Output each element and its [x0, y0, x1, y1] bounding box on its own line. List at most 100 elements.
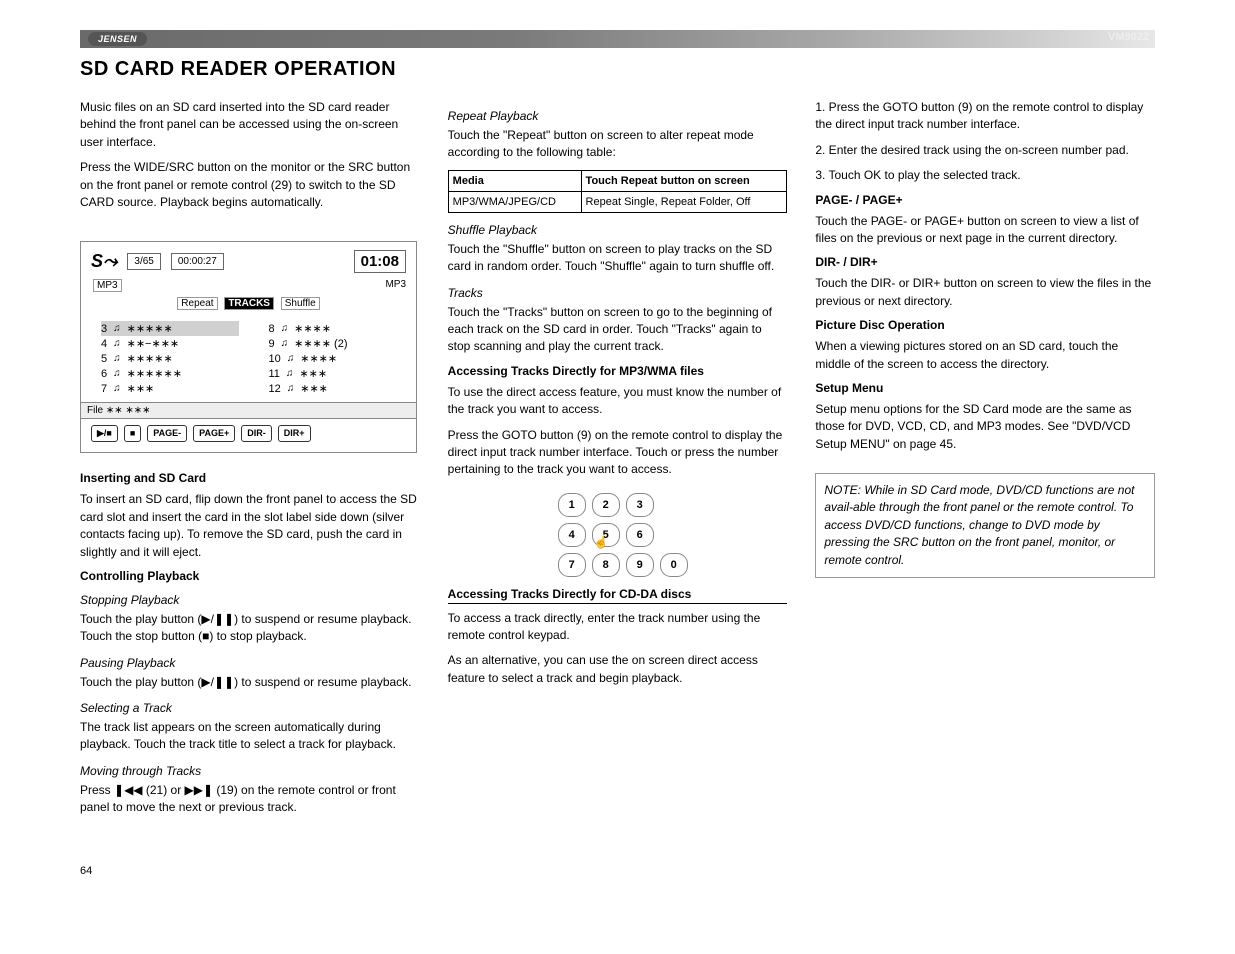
- page-plus-button-diagram: PAGE+: [193, 425, 235, 442]
- table-head-media: Media: [448, 170, 581, 191]
- track-row: 7 ♫ ∗∗∗: [101, 381, 239, 396]
- dir-nav-heading: DIR- / DIR+: [815, 255, 1155, 269]
- track-row: 9 ♫ ∗∗∗∗ (2): [269, 336, 407, 351]
- page-minus-button-diagram: PAGE-: [147, 425, 187, 442]
- player-play-button-diagram: ▶/■: [91, 425, 118, 442]
- track-title: ∗∗∗∗ (2): [294, 337, 347, 350]
- brand-badge: JENSEN: [88, 32, 147, 46]
- track-title: ∗∗−∗∗∗: [127, 337, 180, 350]
- keypad-key: 7: [558, 553, 586, 577]
- repeat-button-diagram: Repeat: [177, 297, 217, 310]
- stopping-body: Touch the play button (▶/❚❚) to suspend …: [80, 611, 420, 646]
- player-mode-row: Repeat TRACKS Shuffle: [81, 296, 416, 315]
- selecting-body: The track list appears on the screen aut…: [80, 719, 420, 754]
- keypad-key: 4: [558, 523, 586, 547]
- keypad-key: 1: [558, 493, 586, 517]
- track-num: 3: [101, 323, 107, 335]
- music-note-icon: ♫: [113, 338, 121, 349]
- player-stop-button-diagram: ■: [124, 425, 141, 442]
- table-head-action: Touch Repeat button on screen: [581, 170, 787, 191]
- player-button-row: ▶/■ ■ PAGE- PAGE+ DIR- DIR+: [81, 419, 416, 452]
- track-title: ∗∗∗∗: [294, 322, 331, 335]
- keypad-row: 7 8 9 0: [558, 553, 698, 577]
- track-title: ∗∗∗: [299, 367, 327, 380]
- tracks-body: Touch the "Tracks" button on screen to g…: [448, 304, 788, 356]
- controlling-heading: Controlling Playback: [80, 569, 420, 583]
- moving-body: Press ❚◀◀ (21) or ▶▶❚ (19) on the remote…: [80, 782, 420, 817]
- repeat-table: Media Touch Repeat button on screen MP3/…: [448, 170, 788, 213]
- shuffle-body: Touch the "Shuffle" button on screen to …: [448, 241, 788, 276]
- note-box: NOTE: While in SD Card mode, DVD/CD func…: [815, 473, 1155, 578]
- track-title: ∗∗∗: [127, 382, 155, 395]
- mp3-access-heading: Accessing Tracks Directly for MP3/WMA fi…: [448, 364, 788, 378]
- shuffle-button-diagram: Shuffle: [281, 297, 320, 310]
- track-row: 6 ♫ ∗∗∗∗∗∗: [101, 366, 239, 381]
- intro-para-1: Music files on an SD card inserted into …: [80, 99, 420, 151]
- stopping-heading: Stopping Playback: [80, 593, 420, 607]
- page-number: 64: [80, 865, 1155, 877]
- music-note-icon: ♫: [113, 323, 121, 334]
- cda-access-heading: Accessing Tracks Directly for CD-DA disc…: [448, 587, 788, 604]
- keypad-row: 1 2 3: [558, 493, 698, 517]
- track-col-left: 3 ♫ ∗∗∗∗∗ 4 ♫ ∗∗−∗∗∗ 5 ♫ ∗∗∗∗∗: [101, 321, 239, 396]
- step-2: 2. Enter the desired track using the on-…: [815, 142, 1155, 159]
- keypad-key: 9: [626, 553, 654, 577]
- track-num: 11: [269, 368, 280, 380]
- sd-player-diagram: S⤳ 3/65 00:00:27 01:08 MP3 MP3 Repeat TR…: [80, 241, 417, 453]
- cda-access-body-1: To access a track directly, enter the tr…: [448, 610, 788, 645]
- track-num: 5: [101, 353, 107, 365]
- model-label: VM9022: [1108, 31, 1149, 43]
- track-title: ∗∗∗∗: [300, 352, 337, 365]
- track-title: ∗∗∗: [300, 382, 328, 395]
- sd-logo-icon: S⤳: [91, 251, 117, 272]
- track-num: 4: [101, 338, 107, 350]
- moving-heading: Moving through Tracks: [80, 764, 420, 778]
- tracks-heading: Tracks: [448, 286, 788, 300]
- track-row: 11 ♫ ∗∗∗: [269, 366, 407, 381]
- pausing-body: Touch the play button (▶/❚❚) to suspend …: [80, 674, 420, 691]
- music-note-icon: ♫: [113, 353, 121, 364]
- insert-body: To insert an SD card, flip down the fron…: [80, 491, 420, 561]
- music-note-icon: ♫: [281, 338, 289, 349]
- column-2: Repeat Playback Touch the "Repeat" butto…: [448, 99, 788, 825]
- track-num: 8: [269, 323, 275, 335]
- player-track-grid: 3 ♫ ∗∗∗∗∗ 4 ♫ ∗∗−∗∗∗ 5 ♫ ∗∗∗∗∗: [81, 315, 416, 402]
- page-nav-heading: PAGE- / PAGE+: [815, 193, 1155, 207]
- cda-access-body-2: As an alternative, you can use the on sc…: [448, 652, 788, 687]
- step-3: 3. Touch OK to play the selected track.: [815, 167, 1155, 184]
- keypad-key: 6: [626, 523, 654, 547]
- track-title: ∗∗∗∗∗: [127, 352, 173, 365]
- track-row: 10 ♫ ∗∗∗∗: [269, 351, 407, 366]
- keypad-key: 2: [592, 493, 620, 517]
- track-row: 5 ♫ ∗∗∗∗∗: [101, 351, 239, 366]
- music-note-icon: ♫: [113, 368, 121, 379]
- total-time: 01:08: [354, 250, 406, 273]
- keypad-diagram: 1 2 3 4 5 6 ☝ 7 8 9 0: [558, 493, 698, 577]
- player-top-row: S⤳ 3/65 00:00:27 01:08: [81, 242, 416, 277]
- mp3-access-body-1: To use the direct access feature, you mu…: [448, 384, 788, 419]
- document-page: JENSEN VM9022 SD CARD READER OPERATION M…: [0, 0, 1235, 917]
- table-cell-action: Repeat Single, Repeat Folder, Off: [581, 191, 787, 212]
- music-note-icon: ♫: [113, 383, 121, 394]
- step-1: 1. Press the GOTO button (9) on the remo…: [815, 99, 1155, 134]
- track-row: 3 ♫ ∗∗∗∗∗: [101, 321, 239, 336]
- repeat-heading: Repeat Playback: [448, 109, 788, 123]
- track-row: 8 ♫ ∗∗∗∗: [269, 321, 407, 336]
- music-note-icon: ♫: [287, 383, 295, 394]
- page-nav-body: Touch the PAGE- or PAGE+ button on scree…: [815, 213, 1155, 248]
- track-row: 12 ♫ ∗∗∗: [269, 381, 407, 396]
- setup-body: Setup menu options for the SD Card mode …: [815, 401, 1155, 453]
- music-note-icon: ♫: [286, 368, 294, 379]
- track-num: 6: [101, 368, 107, 380]
- picture-heading: Picture Disc Operation: [815, 318, 1155, 332]
- content-columns: Music files on an SD card inserted into …: [80, 99, 1155, 825]
- track-num: 9: [269, 338, 275, 350]
- picture-body: When a viewing pictures stored on an SD …: [815, 338, 1155, 373]
- keypad-key: 3: [626, 493, 654, 517]
- pausing-heading: Pausing Playback: [80, 656, 420, 670]
- music-note-icon: ♫: [287, 353, 295, 364]
- selecting-heading: Selecting a Track: [80, 701, 420, 715]
- cursor-hand-icon: ☝: [594, 535, 609, 549]
- file-type-left: MP3: [93, 279, 122, 292]
- keypad-key: 0: [660, 553, 688, 577]
